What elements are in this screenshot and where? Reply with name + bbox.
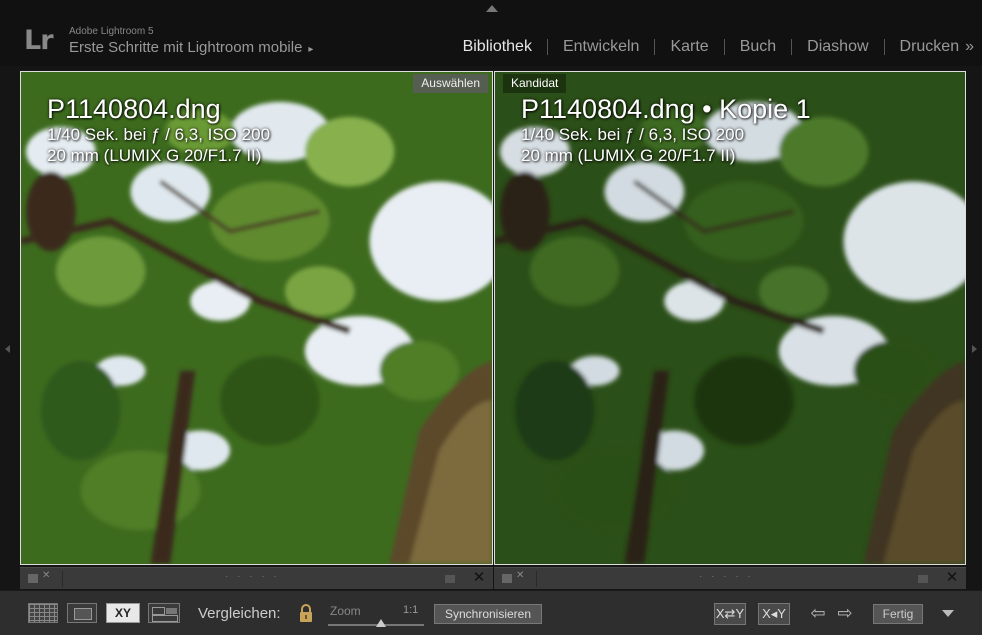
color-label-icon[interactable] <box>918 575 928 583</box>
star-rating[interactable]: · · · · · <box>699 571 754 582</box>
flag-icon[interactable] <box>28 574 38 583</box>
grid-view-icon[interactable] <box>28 603 58 623</box>
next-photo-icon[interactable]: ⇨ <box>835 603 855 623</box>
swap-button[interactable]: X⇄Y <box>714 603 746 625</box>
select-exposure: 1/40 Sek. bei ƒ / 6,3, ISO 200 <box>47 125 271 144</box>
module-karte[interactable]: Karte <box>655 38 723 56</box>
module-buch[interactable]: Buch <box>725 38 791 56</box>
candidate-close-button[interactable]: ✕ <box>942 568 962 588</box>
reject-flag-icon[interactable]: ✕ <box>42 570 50 581</box>
candidate-lens: 20 mm (LUMIX G 20/F1.7 II) <box>521 146 736 165</box>
candidate-pane-toolbar: ✕ · · · · · ✕ <box>494 567 966 589</box>
candidate-tag: Kandidat <box>503 74 567 93</box>
lock-icon[interactable] <box>298 603 314 623</box>
done-button[interactable]: Fertig <box>873 604 923 624</box>
left-panel-arrow-icon[interactable] <box>5 345 10 353</box>
reject-flag-icon[interactable]: ✕ <box>516 570 524 581</box>
zoom-label: Zoom <box>330 604 361 618</box>
star-rating[interactable]: · · · · · <box>225 571 280 582</box>
top-panel-arrow-icon[interactable] <box>486 5 498 12</box>
select-tag: Auswählen <box>413 74 488 93</box>
module-entwickeln[interactable]: Entwickeln <box>548 38 654 56</box>
select-close-button[interactable]: ✕ <box>469 568 489 588</box>
module-picker: Bibliothek Entwickeln Karte Buch Diashow… <box>448 38 974 56</box>
module-drucken[interactable]: Drucken <box>885 38 962 56</box>
select-lens: 20 mm (LUMIX G 20/F1.7 II) <box>47 146 262 165</box>
zoom-slider-thumb[interactable] <box>375 619 386 627</box>
compare-view-icon[interactable]: XY <box>106 603 140 623</box>
make-select-button[interactable]: X◂Y <box>758 603 790 625</box>
catalog-arrow-icon: ▸ <box>308 44 314 55</box>
survey-view-icon[interactable] <box>148 603 180 623</box>
toolbar-divider <box>62 571 63 587</box>
color-label-icon[interactable] <box>445 575 455 583</box>
select-photo-pane[interactable]: Auswählen P1140804.dng 1/40 Sek. bei ƒ /… <box>20 71 493 565</box>
zoom-ratio[interactable]: 1:1 <box>403 604 418 616</box>
module-bibliothek[interactable]: Bibliothek <box>448 38 547 56</box>
flag-icon[interactable] <box>502 574 512 583</box>
more-modules-icon[interactable]: » <box>961 38 974 56</box>
lightroom-logo: Lr <box>24 25 54 56</box>
select-info-overlay: P1140804.dng 1/40 Sek. bei ƒ / 6,3, ISO … <box>47 94 270 166</box>
module-diashow[interactable]: Diashow <box>792 38 883 56</box>
bottom-toolbar: XY Vergleichen: Zoom 1:1 Synchronisieren… <box>0 590 982 635</box>
select-filename: P1140804.dng <box>47 94 221 124</box>
loupe-view-icon[interactable] <box>67 603 97 623</box>
candidate-photo-pane[interactable]: Kandidat P1140804.dng • Kopie 1 1/40 Sek… <box>494 71 966 565</box>
catalog-title-text: Erste Schritte mit Lightroom mobile <box>69 39 303 56</box>
compare-label: Vergleichen: <box>198 605 281 622</box>
candidate-filename: P1140804.dng • Kopie 1 <box>521 94 811 124</box>
previous-photo-icon[interactable]: ⇦ <box>808 603 828 623</box>
select-pane-toolbar: ✕ · · · · · ✕ <box>20 567 493 589</box>
candidate-info-overlay: P1140804.dng • Kopie 1 1/40 Sek. bei ƒ /… <box>521 94 811 166</box>
toolbar-divider <box>536 571 537 587</box>
app-name: Adobe Lightroom 5 <box>69 26 154 37</box>
menu-chevron-icon[interactable] <box>942 610 954 617</box>
catalog-title[interactable]: Erste Schritte mit Lightroom mobile ▸ <box>69 39 313 56</box>
right-panel-arrow-icon[interactable] <box>972 345 977 353</box>
candidate-exposure: 1/40 Sek. bei ƒ / 6,3, ISO 200 <box>521 125 745 144</box>
sync-button[interactable]: Synchronisieren <box>434 604 542 624</box>
top-panel: Lr Adobe Lightroom 5 Erste Schritte mit … <box>0 0 982 66</box>
